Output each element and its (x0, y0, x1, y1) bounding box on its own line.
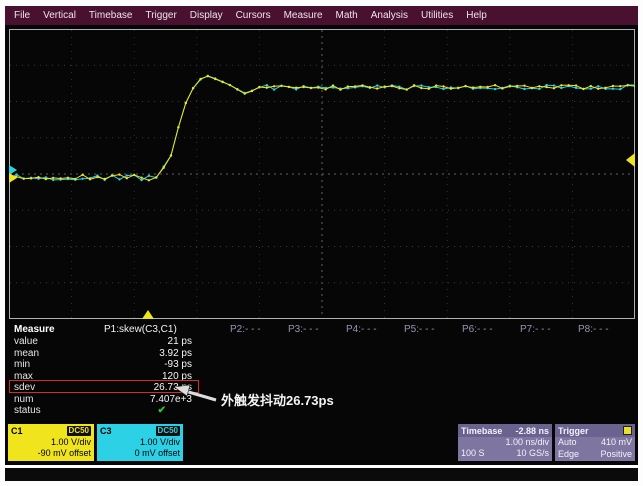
row-label: status (14, 405, 41, 416)
trigger-mode: Auto (558, 437, 577, 449)
c1-offset: -90 mV offset (8, 448, 94, 459)
menu-item-timebase[interactable]: Timebase (89, 10, 133, 21)
c3-coupling-badge: DC50 (156, 426, 180, 436)
menu-item-analysis[interactable]: Analysis (371, 10, 408, 21)
measure-p2-header[interactable]: P2:- - - (230, 324, 261, 335)
channel-c3-descriptor[interactable]: C3 DC50 1.00 V/div 0 mV offset (97, 424, 183, 461)
trigger-label: Trigger (558, 426, 589, 436)
trigger-level-marker-icon[interactable] (626, 153, 635, 167)
menu-item-help[interactable]: Help (466, 10, 487, 21)
menu-item-trigger[interactable]: Trigger (145, 10, 176, 21)
menu-item-display[interactable]: Display (190, 10, 223, 21)
menu-item-measure[interactable]: Measure (284, 10, 323, 21)
measure-row-value: value 21 ps (9, 336, 635, 347)
measure-p7-header[interactable]: P7:- - - (520, 324, 551, 335)
c1-volts-per-div: 1.00 V/div (8, 437, 94, 448)
timebase-rate: 10 GS/s (516, 448, 549, 460)
c3-offset-marker-icon[interactable] (9, 165, 17, 175)
c3-offset: 0 mV offset (97, 448, 183, 459)
waveform-plot (9, 29, 635, 319)
row-label: mean (14, 348, 39, 359)
row-p1-value: 21 ps (104, 336, 192, 347)
measure-p3-header[interactable]: P3:- - - (288, 324, 319, 335)
c3-label: C3 (100, 426, 112, 436)
menu-item-vertical[interactable]: Vertical (43, 10, 76, 21)
trigger-level: 410 mV (601, 437, 632, 449)
trigger-type: Edge (558, 449, 579, 461)
trigger-descriptor[interactable]: Trigger Auto 410 mV Edge Positive (555, 424, 635, 461)
measure-panel: Measure P1:skew(C3,C1) P2:- - - P3:- - -… (9, 324, 635, 420)
measure-row-mean: mean 3.92 ps (9, 348, 635, 359)
measure-p1-header[interactable]: P1:skew(C3,C1) (104, 324, 177, 335)
taskbar (5, 468, 638, 481)
screenshot-stage: File Vertical Timebase Trigger Display C… (0, 0, 643, 486)
waveform-display (9, 29, 635, 319)
sdev-highlight-box (9, 380, 199, 393)
trigger-source-indicator-icon (623, 426, 632, 435)
measure-header-row: Measure P1:skew(C3,C1) P2:- - - P3:- - -… (9, 324, 635, 335)
menu-item-math[interactable]: Math (336, 10, 358, 21)
measure-row-min: min -93 ps (9, 359, 635, 370)
measure-panel-title: Measure (14, 324, 55, 335)
timebase-scale: 1.00 ns/div (458, 437, 552, 448)
trigger-position-marker-icon[interactable] (142, 310, 154, 319)
trigger-slope: Positive (600, 449, 632, 461)
timebase-samples: 100 S (461, 448, 485, 460)
row-label: min (14, 359, 30, 370)
measure-p4-header[interactable]: P4:- - - (346, 324, 377, 335)
menu-item-file[interactable]: File (14, 10, 30, 21)
menu-item-utilities[interactable]: Utilities (421, 10, 453, 21)
row-p1-value: 3.92 ps (104, 348, 192, 359)
measure-p6-header[interactable]: P6:- - - (462, 324, 493, 335)
menu-item-cursors[interactable]: Cursors (236, 10, 271, 21)
row-p1-value: -93 ps (104, 359, 192, 370)
oscilloscope-window: File Vertical Timebase Trigger Display C… (5, 6, 638, 465)
status-check-icon: ✔ (104, 405, 166, 416)
measure-p8-header[interactable]: P8:- - - (578, 324, 609, 335)
timebase-label: Timebase (461, 426, 502, 436)
channel-c1-descriptor[interactable]: C1 DC50 1.00 V/div -90 mV offset (8, 424, 94, 461)
row-label: value (14, 336, 38, 347)
c3-volts-per-div: 1.00 V/div (97, 437, 183, 448)
c1-label: C1 (11, 426, 23, 436)
jitter-annotation: 外触发抖动26.73ps (221, 390, 334, 409)
menu-bar: File Vertical Timebase Trigger Display C… (5, 6, 638, 25)
row-p1-value: 7.407e+3 (104, 394, 192, 405)
c1-coupling-badge: DC50 (67, 426, 91, 436)
measure-p5-header[interactable]: P5:- - - (404, 324, 435, 335)
row-label: num (14, 394, 33, 405)
timebase-descriptor[interactable]: Timebase -2.88 ns 1.00 ns/div 100 S 10 G… (458, 424, 552, 461)
timebase-delay: -2.88 ns (515, 426, 549, 436)
